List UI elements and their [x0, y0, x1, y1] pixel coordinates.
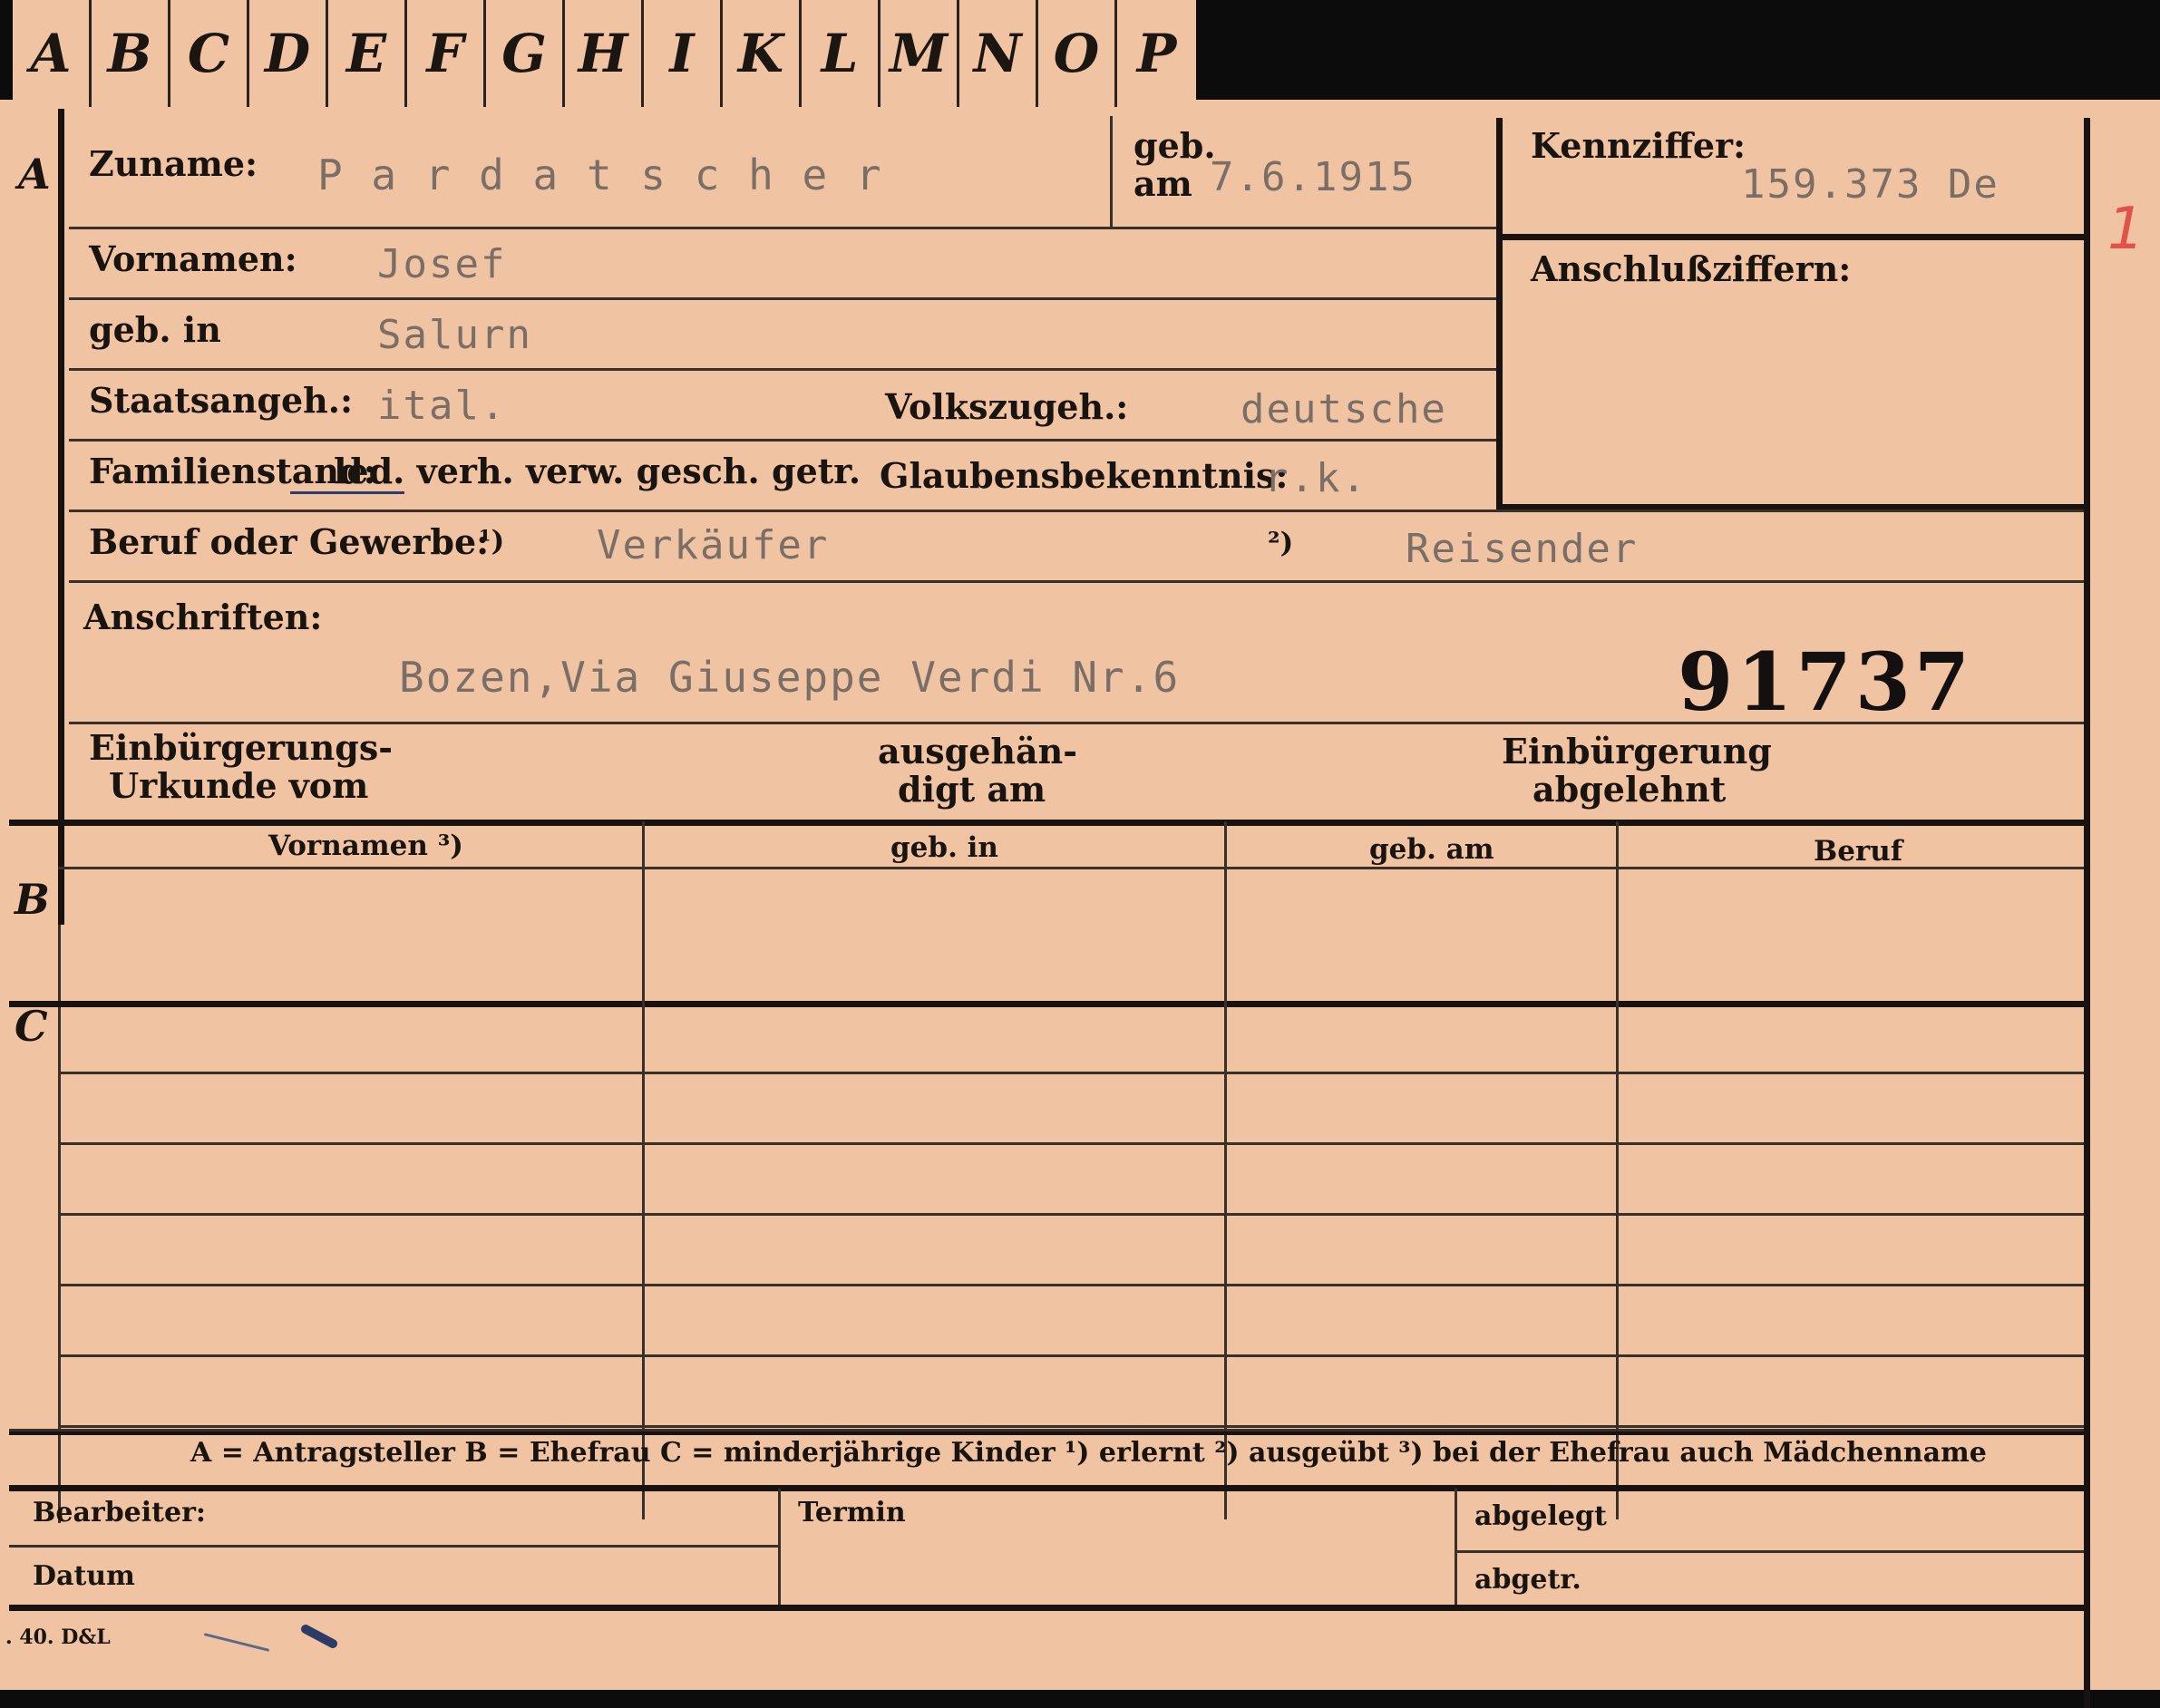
kennziffer-label: Kennziffer: [1531, 125, 1746, 166]
zuname-label: Zuname: [89, 143, 258, 184]
einbuergerung-abgelehnt-label-2: abgelehnt [1532, 769, 1727, 810]
staatsangeh-label: Staatsangeh.: [89, 380, 354, 421]
einbuergerung-urkunde-label-2: Urkunde vom [109, 765, 369, 806]
zuname-value: P a r d a t s c h e r [317, 150, 883, 199]
geb-am-value: 7.6.1915 [1210, 154, 1416, 200]
kennziffer-box-divider [1496, 234, 2090, 240]
familienstand-underline [290, 491, 404, 494]
tab-letter-m[interactable]: M [881, 0, 959, 107]
geb-in-value: Salurn [377, 312, 532, 358]
table-header-geb-am: geb. am [1369, 833, 1494, 866]
tab-letter-h[interactable]: H [565, 0, 644, 107]
table-b-c-divider [9, 1001, 2090, 1007]
index-card: A B C Zuname: P a r d a t s c h e r geb.… [0, 100, 2160, 1708]
c-row-1 [58, 1072, 2084, 1074]
footer-abgelegt: abgelegt [1474, 1500, 1607, 1532]
table-header-rule [58, 867, 2084, 869]
anschriften-label: Anschriften: [83, 597, 323, 637]
footer-col-2 [1455, 1489, 1457, 1605]
c-row-2 [58, 1142, 2084, 1145]
row-letter-a: A [18, 150, 51, 199]
glaubensbekenntnis-label: Glaubensbekenntnis: [880, 455, 1289, 496]
tab-letter-a[interactable]: A [13, 0, 92, 107]
c-row-6 [58, 1425, 2084, 1428]
geb-am-label-2: am [1134, 163, 1192, 204]
table-col-divider-2 [1224, 821, 1227, 1519]
table-header-beruf: Beruf [1814, 835, 1903, 868]
tab-letter-f[interactable]: F [407, 0, 486, 107]
tab-letter-k[interactable]: K [723, 0, 802, 107]
row-letter-c: C [15, 1002, 48, 1051]
footer-bearbeiter: Bearbeiter: [33, 1497, 206, 1528]
vornamen-value: Josef [377, 241, 507, 287]
table-col-divider-1 [642, 821, 645, 1519]
zuname-divider [1110, 116, 1113, 227]
table-top-border [9, 820, 2090, 826]
einbuergerung-abgelehnt-label-1: Einbürgerung [1502, 731, 1772, 772]
rule-3 [69, 368, 1496, 371]
geb-in-label: geb. in [89, 309, 221, 350]
vornamen-label: Vornamen: [89, 238, 297, 279]
tab-letter-d[interactable]: D [249, 0, 328, 107]
footer-abgetr: abgetr. [1474, 1564, 1581, 1596]
tab-letter-n[interactable]: N [959, 0, 1038, 107]
tab-letter-l[interactable]: L [802, 0, 881, 107]
pencil-smudge [203, 1633, 270, 1652]
card-right-border-top [2084, 118, 2090, 529]
table-header-geb-in: geb. in [890, 831, 998, 864]
printer-mark: . 40. D&L [5, 1626, 111, 1649]
c-row-5 [58, 1354, 2084, 1357]
tab-letter-b[interactable]: B [92, 0, 170, 107]
tab-letter-c[interactable]: C [170, 0, 249, 107]
beruf-label: Beruf oder Gewerbe: [89, 521, 490, 562]
rule-6 [69, 580, 2084, 583]
staatsangeh-value: ital. [377, 383, 507, 429]
card-right-border-mid [2084, 529, 2090, 1708]
anschrift-value: Bozen,Via Giuseppe Verdi Nr.6 [399, 653, 1181, 702]
beruf-note-2: ²) [1268, 527, 1294, 559]
einbuergerung-urkunde-label-1: Einbürgerungs- [89, 727, 394, 768]
footer-row-right [1455, 1550, 2084, 1553]
tab-letter-o[interactable]: O [1038, 0, 1117, 107]
rule-1 [69, 227, 1496, 229]
kennziffer-box-left [1496, 118, 1503, 511]
geb-am-label-1: geb. [1134, 125, 1216, 166]
c-row-4 [58, 1284, 2084, 1286]
legend-text: A = Antragsteller B = Ehefrau C = minder… [190, 1437, 1987, 1469]
anschlussziffern-label: Anschlußziffern: [1531, 248, 1852, 289]
c-row-3 [58, 1213, 2084, 1216]
glaubensbekenntnis-value: r.k. [1264, 455, 1367, 501]
tab-letter-e[interactable]: E [328, 0, 407, 107]
rule-4 [69, 439, 1496, 442]
row-letter-b: B [15, 875, 50, 924]
rule-5 [69, 509, 2084, 512]
kennziffer-value: 159.373 De [1741, 161, 1999, 208]
table-col-divider-3 [1616, 821, 1619, 1519]
beruf-erlernt-value: Verkäufer [597, 522, 830, 568]
familienstand-options: led. verh. verw. gesch. getr. [334, 451, 861, 491]
ausgehaendigt-label-2: digt am [898, 769, 1046, 810]
ausgehaendigt-label-1: ausgehän- [878, 731, 1078, 772]
ink-smudge [299, 1623, 339, 1650]
red-pencil-mark: 1 [2107, 196, 2145, 263]
beruf-ausgeuebt-value: Reisender [1406, 526, 1639, 572]
tab-letter-p[interactable]: P [1117, 0, 1196, 107]
footer-termin: Termin [798, 1497, 906, 1528]
legend-bottom-border [9, 1485, 2090, 1491]
tab-letter-i[interactable]: I [644, 0, 723, 107]
left-column-divider [58, 109, 64, 925]
card-bottom-border [9, 1605, 2090, 1611]
volkszugeh-label: Volkszugeh.: [885, 386, 1129, 427]
beruf-note-1: ¹) [479, 525, 505, 558]
legend-top-rule [9, 1429, 2084, 1431]
footer-col-1 [778, 1489, 781, 1605]
table-header-vornamen: Vornamen ³) [268, 830, 463, 862]
alphabet-tab-strip: A B C D E F G H I K L M N O P [13, 0, 1196, 107]
tab-letter-g[interactable]: G [486, 0, 565, 107]
document-number: 91737 [1678, 635, 1974, 729]
footer-row-left [9, 1545, 778, 1548]
rule-2 [69, 297, 1496, 300]
footer-datum: Datum [33, 1560, 135, 1592]
volkszugeh-value: deutsche [1241, 386, 1447, 432]
